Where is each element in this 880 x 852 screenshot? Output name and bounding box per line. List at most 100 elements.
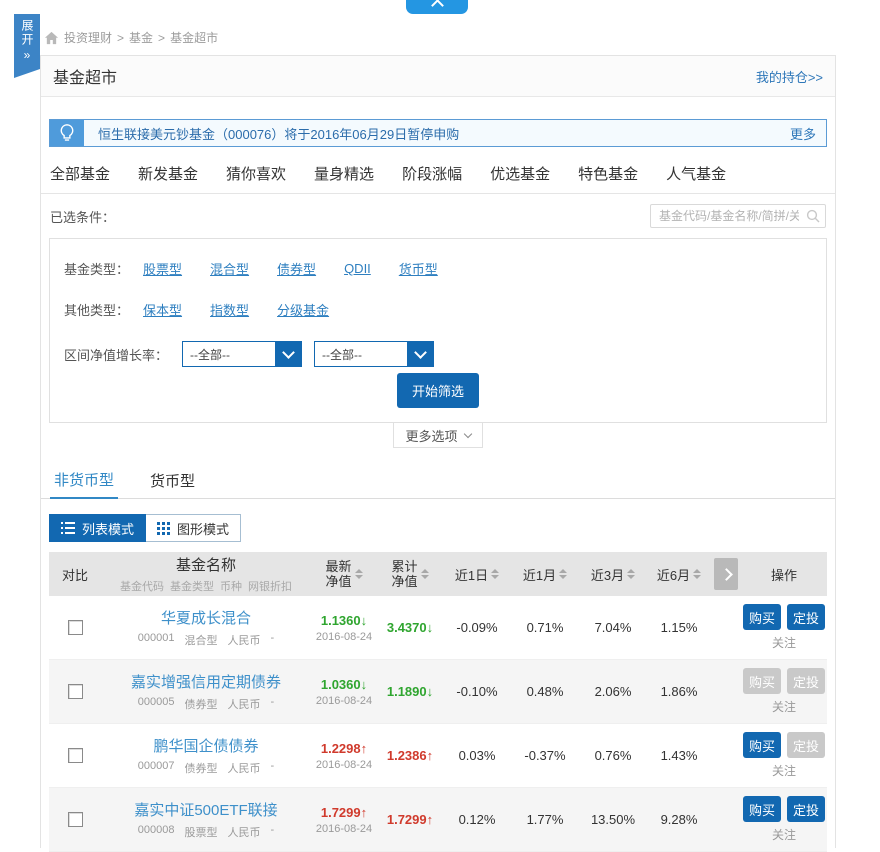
period-m6-cell: 1.86%: [647, 684, 711, 699]
action-cell: 购买定投关注: [741, 668, 827, 715]
nav-tab[interactable]: 量身精选: [314, 163, 374, 184]
follow-link[interactable]: 关注: [772, 698, 796, 715]
period-6m-column-header[interactable]: 近6月: [647, 565, 711, 584]
accum-nav-cell: 1.1890↓: [377, 684, 443, 699]
fund-type-link[interactable]: 混合型: [210, 259, 249, 278]
other-type-link[interactable]: 分级基金: [277, 300, 329, 319]
fund-type-link[interactable]: 债券型: [277, 259, 316, 278]
period-d1-cell: -0.10%: [443, 684, 511, 699]
compare-cell: [49, 620, 101, 635]
compare-cell: [49, 812, 101, 827]
fund-meta-code: 000008: [138, 824, 175, 840]
latest-nav-column-header[interactable]: 最新净值: [311, 559, 377, 589]
view-mode-label: 列表模式: [82, 519, 134, 538]
fund-meta-discount: -: [271, 760, 275, 776]
follow-link[interactable]: 关注: [772, 762, 796, 779]
period-1m-column-header[interactable]: 近1月: [511, 565, 579, 584]
sort-icon: [693, 569, 701, 579]
period-m6-cell: 9.28%: [647, 812, 711, 827]
nav-tab[interactable]: 人气基金: [666, 163, 726, 184]
trend-arrow-icon: ↓: [427, 620, 434, 635]
fund-category-tab[interactable]: 货币型: [146, 462, 199, 498]
nav-tab[interactable]: 猜你喜欢: [226, 163, 286, 184]
next-columns-button[interactable]: [714, 558, 738, 590]
fund-table-body: 华夏成长混合000001混合型人民币-1.1360↓2016-08-243.43…: [49, 596, 827, 852]
latest-nav-value: 1.1360↓: [321, 613, 367, 628]
more-options-label: 更多选项: [405, 426, 457, 445]
chevron-up-icon: [431, 0, 444, 12]
aip-button[interactable]: 定投: [787, 796, 825, 822]
action-buttons: 购买定投: [743, 604, 825, 630]
accum-nav-cell: 1.7299↑: [377, 812, 443, 827]
nav-tab[interactable]: 阶段涨幅: [402, 163, 462, 184]
fund-name-link[interactable]: 嘉实增强信用定期债券: [131, 671, 281, 692]
fund-search-box: [650, 204, 826, 228]
search-icon[interactable]: [806, 209, 820, 228]
compare-checkbox[interactable]: [68, 748, 83, 763]
search-input[interactable]: [650, 204, 826, 228]
breadcrumb-current: 基金超市: [170, 29, 218, 46]
page-title: 基金超市: [53, 64, 117, 88]
aip-button[interactable]: 定投: [787, 604, 825, 630]
double-arrow-icon: »: [24, 48, 31, 62]
sort-icon: [627, 569, 635, 579]
breadcrumb-link-fund[interactable]: 基金: [129, 29, 153, 46]
fund-supermarket-card: 基金超市 我的持仓>> 恒生联接美元钞基金（000076）将于2016年06月2…: [40, 55, 836, 848]
start-filter-button[interactable]: 开始筛选: [397, 373, 479, 408]
fund-name-column-header: 基金名称 基金代码基金类型币种网银折扣: [101, 554, 311, 594]
breadcrumb-separator: >: [117, 31, 124, 45]
other-type-link[interactable]: 保本型: [143, 300, 182, 319]
notice-more-link[interactable]: 更多: [790, 120, 826, 146]
fund-name-cell: 华夏成长混合 000001混合型人民币-: [101, 607, 311, 648]
compare-checkbox[interactable]: [68, 684, 83, 699]
fund-meta-discount: -: [271, 632, 275, 648]
fund-name-link[interactable]: 华夏成长混合: [161, 607, 251, 628]
fund-type-link[interactable]: QDII: [344, 261, 371, 276]
follow-link[interactable]: 关注: [772, 826, 796, 843]
more-options-toggle[interactable]: 更多选项: [393, 423, 483, 448]
buy-button[interactable]: 购买: [743, 796, 781, 822]
buy-button[interactable]: 购买: [743, 732, 781, 758]
breadcrumb-link-invest[interactable]: 投资理财: [64, 29, 112, 46]
nav-date: 2016-08-24: [316, 759, 372, 771]
my-holdings-link[interactable]: 我的持仓>>: [756, 67, 823, 86]
fund-meta-currency: 人民币: [228, 760, 261, 776]
fund-name-link[interactable]: 嘉实中证500ETF联接: [134, 799, 277, 820]
accum-nav-value: 1.2386↑: [387, 748, 433, 763]
sort-icon: [491, 569, 499, 579]
collapse-panel-button[interactable]: [406, 0, 468, 14]
follow-link[interactable]: 关注: [772, 634, 796, 651]
accum-nav-column-header[interactable]: 累计净值: [377, 559, 443, 589]
compare-checkbox[interactable]: [68, 812, 83, 827]
grid-icon: [157, 522, 170, 535]
latest-nav-value: 1.2298↑: [321, 741, 367, 756]
nav-tab[interactable]: 全部基金: [50, 163, 110, 184]
compare-checkbox[interactable]: [68, 620, 83, 635]
latest-nav-cell: 1.1360↓2016-08-24: [311, 613, 377, 643]
accum-nav-value: 1.7299↑: [387, 812, 433, 827]
period-d1-cell: 0.12%: [443, 812, 511, 827]
period-1d-column-header[interactable]: 近1日: [443, 565, 511, 584]
latest-nav-cell: 1.7299↑2016-08-24: [311, 805, 377, 835]
filter-panel: 基金类型： 股票型混合型债券型QDII货币型 其他类型： 保本型指数型分级基金 …: [49, 238, 827, 423]
fund-meta: 000001混合型人民币-: [138, 632, 274, 648]
view-mode-list[interactable]: 列表模式: [49, 514, 146, 542]
view-mode-grid[interactable]: 图形模式: [146, 514, 241, 542]
growth-rate-row: 区间净值增长率： --全部-- --全部--: [64, 341, 826, 367]
home-icon[interactable]: [44, 31, 59, 45]
trend-arrow-icon: ↓: [361, 613, 368, 628]
buy-button[interactable]: 购买: [743, 604, 781, 630]
fund-type-link[interactable]: 货币型: [399, 259, 438, 278]
growth-from-select[interactable]: --全部--: [182, 341, 302, 367]
other-type-link[interactable]: 指数型: [210, 300, 249, 319]
nav-tab[interactable]: 新发基金: [138, 163, 198, 184]
period-3m-column-header[interactable]: 近3月: [579, 565, 647, 584]
growth-to-select[interactable]: --全部--: [314, 341, 434, 367]
fund-meta-currency: 人民币: [228, 824, 261, 840]
nav-tab[interactable]: 特色基金: [578, 163, 638, 184]
expand-sidebar-ribbon[interactable]: 展开 »: [14, 14, 40, 78]
fund-name-link[interactable]: 鹏华国企债债券: [153, 735, 258, 756]
nav-tab[interactable]: 优选基金: [490, 163, 550, 184]
fund-category-tab[interactable]: 非货币型: [50, 462, 118, 499]
fund-type-link[interactable]: 股票型: [143, 259, 182, 278]
